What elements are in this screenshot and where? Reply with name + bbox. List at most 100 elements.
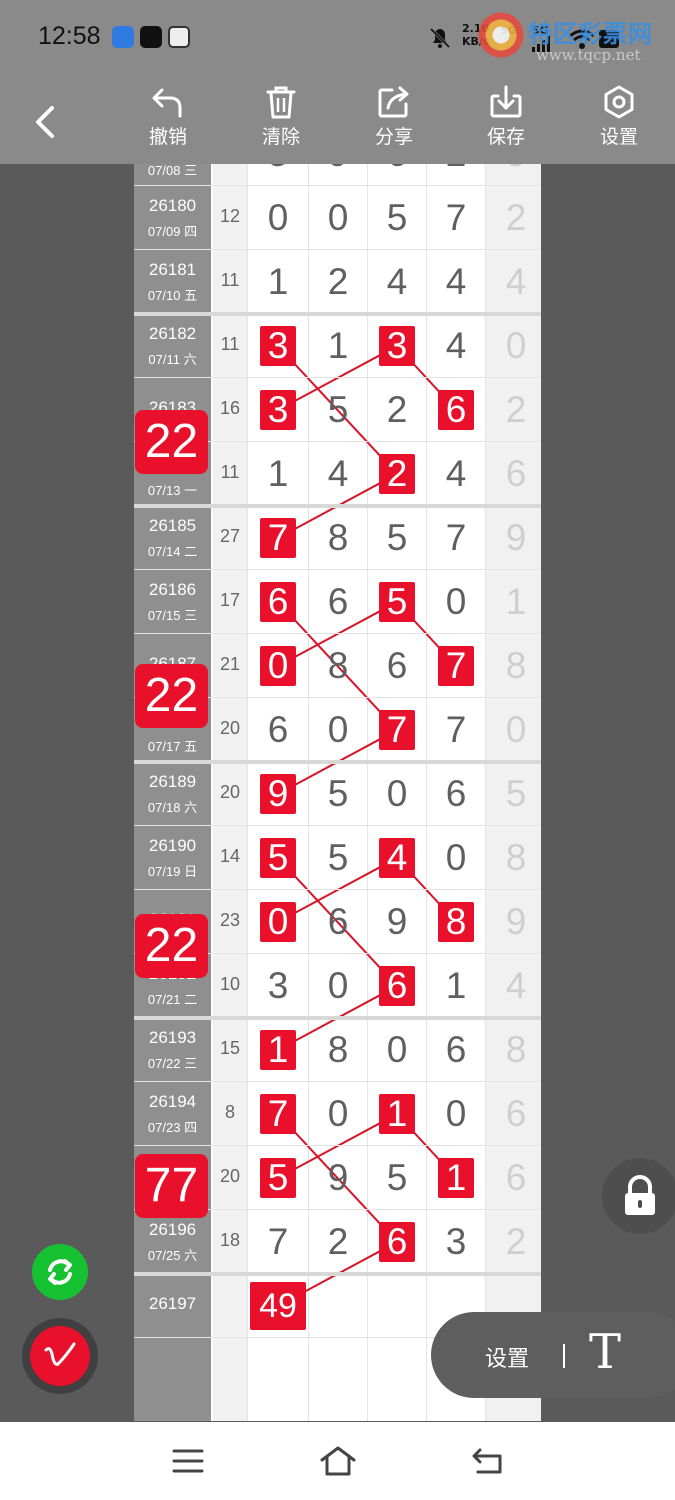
home-icon	[320, 1446, 356, 1476]
issue-number: 26197	[148, 1294, 197, 1313]
back-button[interactable]	[26, 96, 66, 146]
draw-digit: 0	[327, 965, 349, 1006]
draw-digit: 0	[267, 197, 289, 238]
pill-settings-label[interactable]: 设置	[485, 1341, 529, 1373]
draw-digit: 4	[327, 453, 349, 494]
draw-digit: 4	[505, 261, 527, 302]
highlighted-digit: 6	[386, 965, 408, 1006]
draw-digit: 2	[505, 197, 527, 238]
digit-sum: 21	[219, 654, 241, 674]
refresh-icon	[48, 1259, 72, 1285]
forecast-badge: 49	[250, 1282, 306, 1330]
highlighted-digit: 4	[386, 837, 408, 878]
draw-digit: 5	[386, 1157, 408, 1198]
highlighted-digit: 6	[445, 389, 467, 430]
draw-digit: 3	[267, 965, 289, 1006]
highlighted-digit: 9	[267, 773, 289, 814]
row-divider	[134, 1145, 541, 1146]
draw-digit: 6	[445, 773, 467, 814]
highlighted-digit: 3	[267, 325, 289, 366]
settings-label: 设置	[599, 126, 638, 148]
draw-digit: 2	[505, 1221, 527, 1262]
back-nav-button[interactable]	[468, 1444, 508, 1478]
draw-digit: 2	[386, 389, 408, 430]
refresh-button[interactable]	[32, 1244, 88, 1300]
hexagon-settings-icon	[604, 85, 634, 119]
draw-digit: 4	[505, 965, 527, 1006]
row-divider	[134, 377, 541, 378]
watermark-title: 特区彩票网	[528, 20, 653, 48]
settings-button[interactable]: 设置	[579, 84, 659, 160]
highlighted-digit: 8	[445, 901, 467, 942]
digit-sum: 20	[219, 718, 241, 738]
highlighted-digit: 7	[267, 1093, 289, 1134]
draw-digit: 5	[327, 389, 349, 430]
issue-number: 26182	[148, 324, 197, 343]
digit-sum: 10	[219, 974, 241, 994]
tiktok-icon	[140, 26, 162, 48]
highlighted-digit: 3	[386, 325, 408, 366]
highlighted-digit: 6	[267, 581, 289, 622]
highlighted-digit: 5	[267, 1157, 289, 1198]
share-button[interactable]: 分享	[354, 84, 434, 160]
home-nav-button[interactable]	[318, 1444, 358, 1478]
issue-date: 07/22 三	[147, 1056, 198, 1071]
issue-number: 26185	[148, 516, 197, 535]
draw-digit: 6	[327, 901, 349, 942]
draw-digit: 8	[505, 1029, 527, 1070]
row-divider	[134, 889, 541, 890]
draw-digit: 0	[445, 581, 467, 622]
clear-button[interactable]: 清除	[241, 84, 321, 160]
column-separator	[485, 164, 486, 1421]
draw-digit: 0	[327, 709, 349, 750]
draw-digit: 5	[386, 197, 408, 238]
draw-digit: 4	[445, 325, 467, 366]
menu-nav-button[interactable]	[168, 1444, 208, 1478]
group-badge: 22	[135, 664, 208, 728]
highlighted-digit: 7	[386, 709, 408, 750]
trash-icon	[266, 86, 296, 119]
signature-pen-icon	[44, 1342, 76, 1366]
undo-label: 撤销	[148, 126, 187, 148]
lottery-trend-table[interactable]: 07/08 三596252618007/09 四12005722618107/1…	[134, 164, 541, 1421]
group-divider	[134, 504, 541, 508]
share-icon	[378, 86, 409, 118]
draw-digit: 5	[327, 837, 349, 878]
row-divider	[134, 1081, 541, 1082]
draw-digit: 8	[327, 1029, 349, 1070]
digit-sum: 14	[219, 846, 241, 866]
avatar-app-icon	[168, 26, 190, 48]
highlighted-digit: 7	[445, 645, 467, 686]
highlighted-digit: 1	[267, 1029, 289, 1070]
digit-sum: 20	[219, 1166, 241, 1186]
draw-digit: 4	[445, 453, 467, 494]
row-divider	[134, 825, 541, 826]
draw-digit: 5	[327, 773, 349, 814]
issue-date: 07/21 二	[147, 992, 198, 1007]
highlighted-digit: 7	[267, 517, 289, 558]
digit-sum: 11	[220, 270, 240, 290]
lock-button[interactable]	[602, 1158, 675, 1234]
digit-sum: 11	[220, 462, 240, 482]
draw-digit: 6	[505, 1093, 527, 1134]
issue-number: 26189	[148, 772, 197, 791]
undo-button[interactable]: 撤销	[128, 84, 208, 160]
draw-digit: 6	[327, 581, 349, 622]
status-time: 12:58	[38, 22, 101, 50]
draw-digit: 7	[445, 517, 467, 558]
highlighted-digit: 5	[267, 837, 289, 878]
menu-icon	[172, 1449, 204, 1473]
draw-digit: 0	[445, 1093, 467, 1134]
text-tool-icon[interactable]: T	[589, 1324, 621, 1380]
share-label: 分享	[374, 126, 413, 148]
pen-tool-button[interactable]	[22, 1318, 98, 1394]
issue-date: 07/18 六	[147, 800, 198, 815]
draw-digit: 2	[327, 1221, 349, 1262]
save-button[interactable]: 保存	[466, 84, 546, 160]
lock-icon	[625, 1175, 655, 1215]
text-settings-pill[interactable]: 设置 T	[431, 1312, 675, 1398]
digit-sum: 27	[219, 526, 241, 546]
draw-digit: 6	[386, 645, 408, 686]
draw-digit: 5	[386, 517, 408, 558]
group-divider	[134, 760, 541, 764]
